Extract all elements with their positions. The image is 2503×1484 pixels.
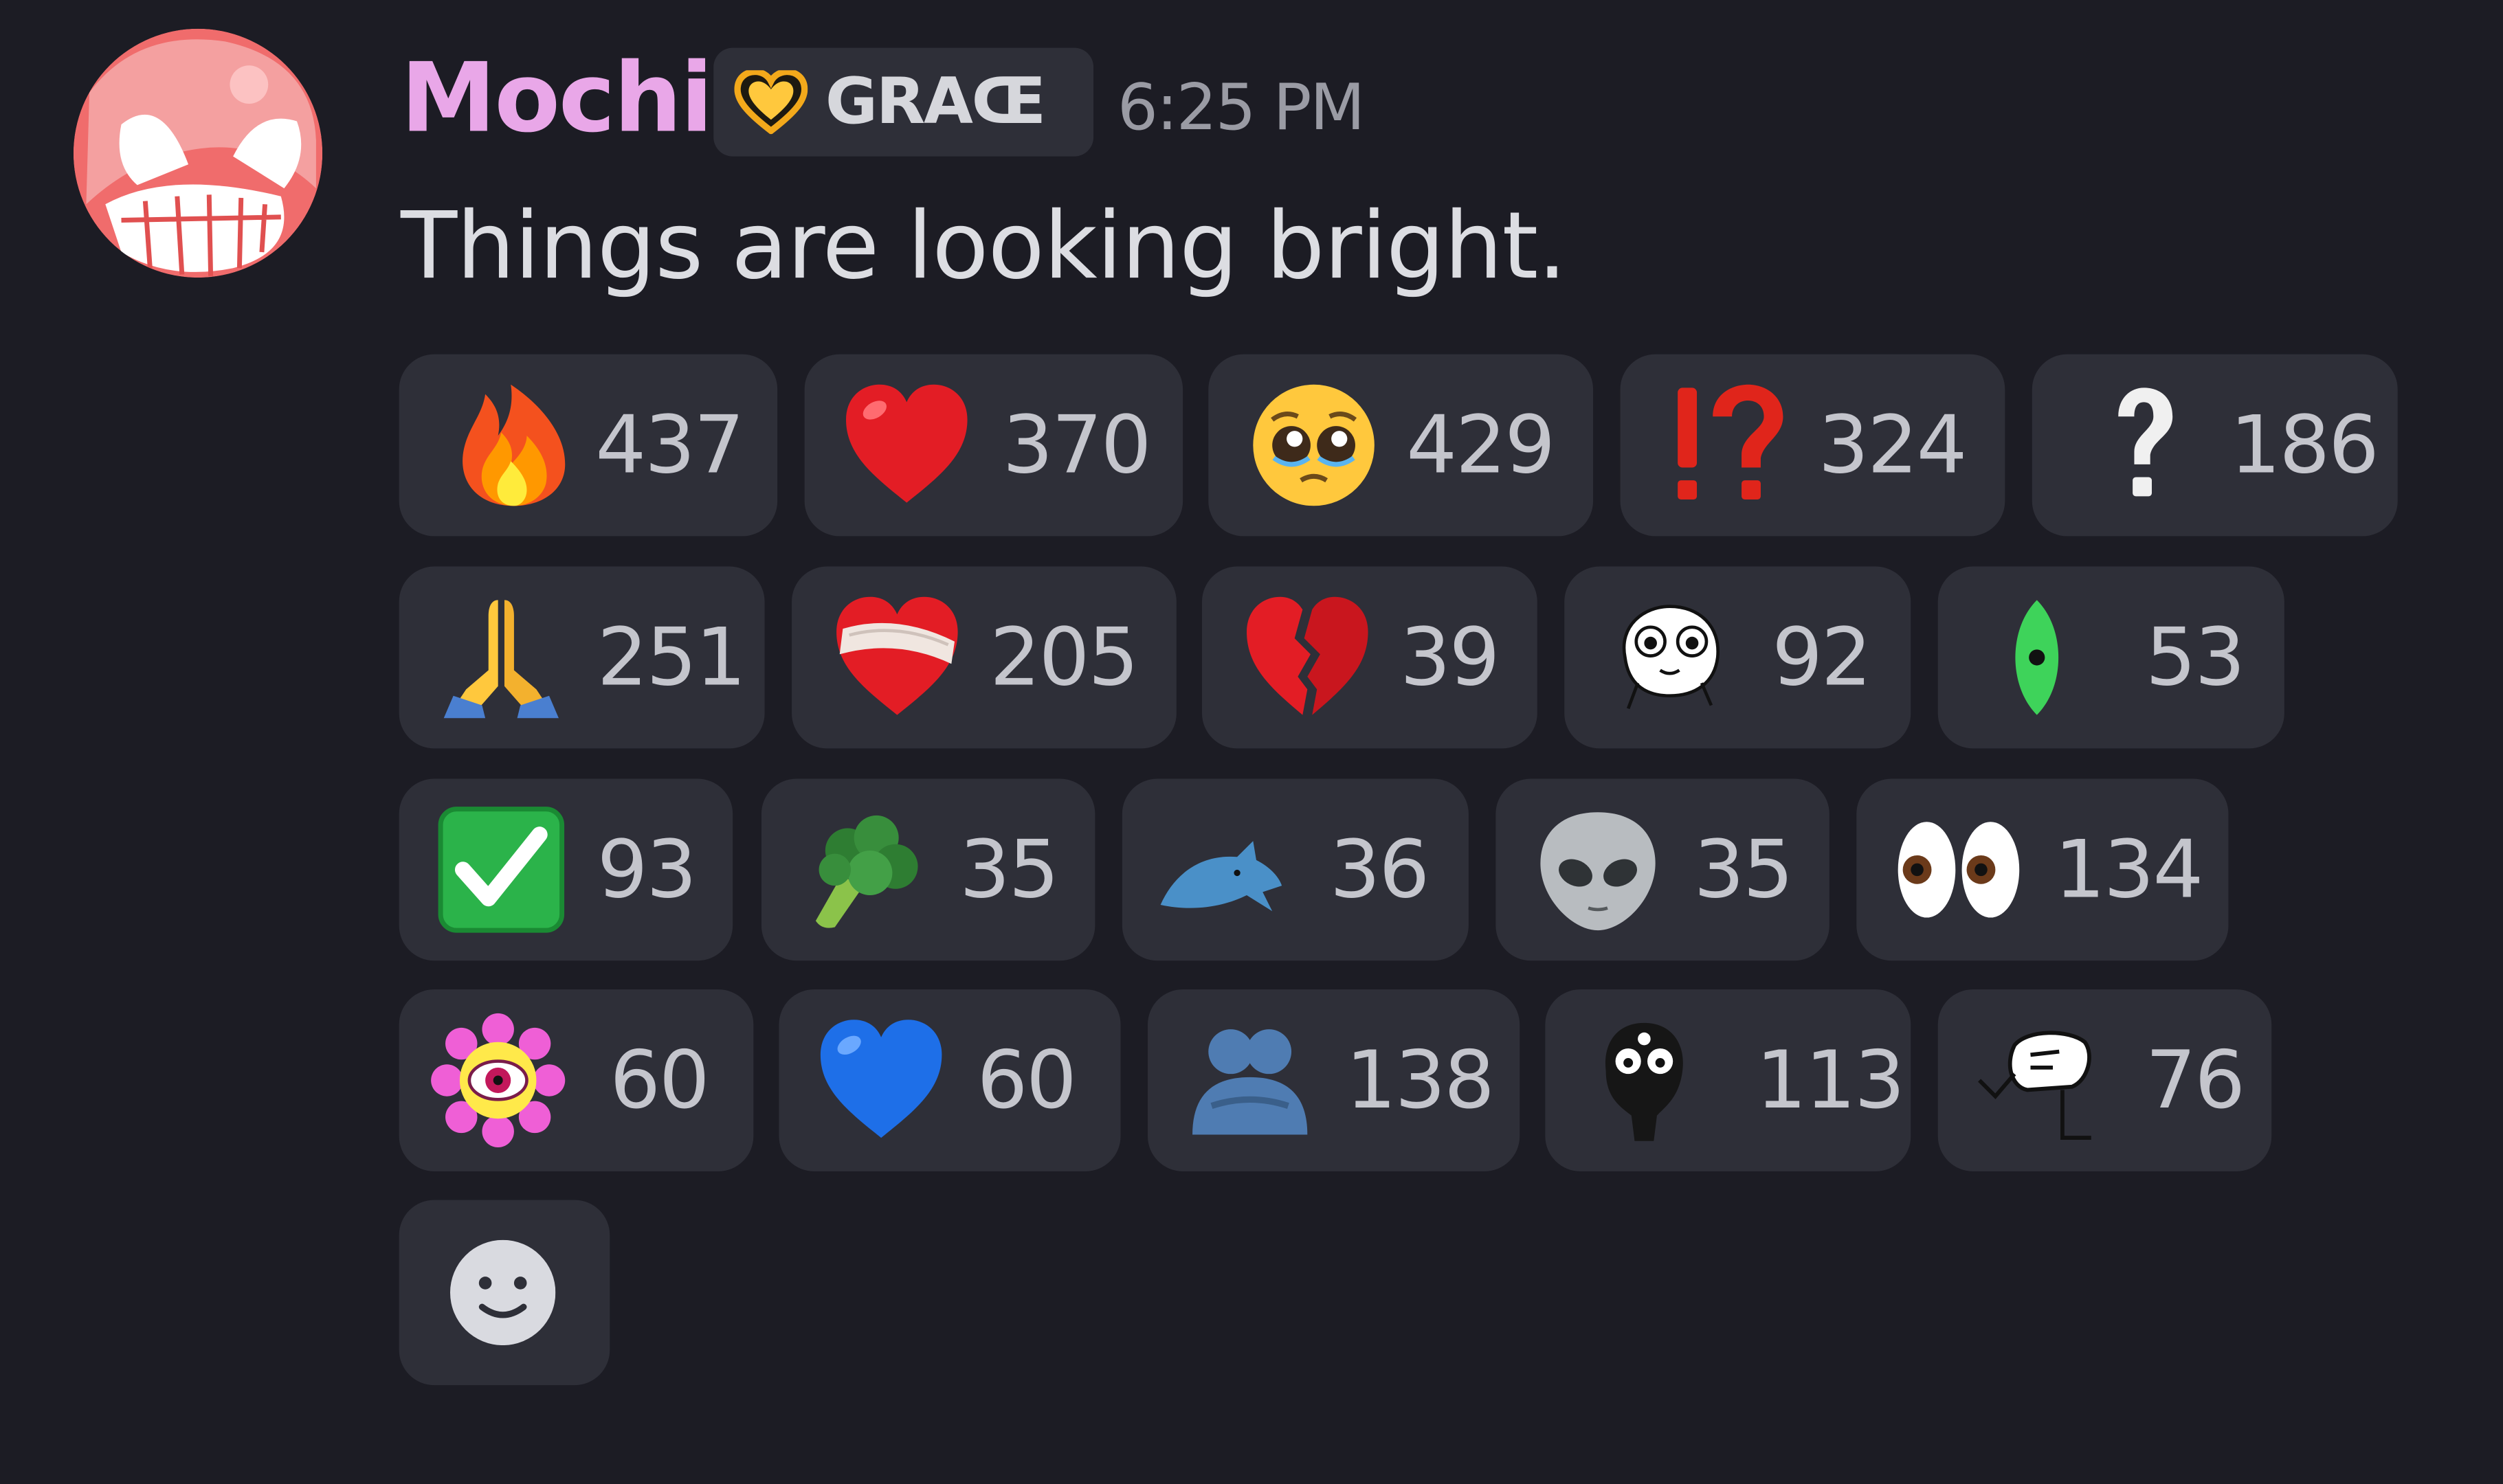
reaction-pleading-face[interactable]: 429 <box>1208 354 1594 537</box>
reaction-custom-fuzzy-creature[interactable]: 113 <box>1545 989 1911 1171</box>
reaction-custom-doodle-face[interactable]: 92 <box>1564 566 1911 749</box>
reaction-interrobang[interactable]: 324 <box>1620 354 2005 537</box>
people-hugging-icon <box>1186 1017 1314 1145</box>
red-heart-icon <box>843 381 970 509</box>
custom-green-eye-icon <box>1973 594 2101 721</box>
smiley-add-reaction-icon <box>450 1239 556 1346</box>
reaction-count: 60 <box>977 1034 1076 1127</box>
reaction-count: 205 <box>990 611 1139 704</box>
reaction-eyes[interactable]: 134 <box>1856 778 2229 961</box>
reaction-custom-green-eye[interactable]: 53 <box>1937 566 2284 749</box>
broccoli-icon <box>800 806 928 934</box>
reaction-count: 186 <box>2229 398 2379 492</box>
reaction-praying-hands[interactable]: 251 <box>399 566 765 749</box>
custom-fuzzy-creature-icon <box>1580 1017 1708 1145</box>
server-tag[interactable]: GRAŒ <box>713 47 1094 157</box>
alien-icon <box>1534 806 1662 934</box>
reaction-alien[interactable]: 35 <box>1495 778 1829 961</box>
reaction-count: 324 <box>1818 398 1968 492</box>
custom-blue-fish-icon <box>1157 806 1285 934</box>
custom-flower-eye-icon <box>431 1013 566 1148</box>
reaction-red-heart[interactable]: 370 <box>804 354 1183 537</box>
broken-heart-icon <box>1243 594 1371 721</box>
reaction-count: 53 <box>2145 611 2245 704</box>
praying-hands-icon <box>437 594 565 721</box>
add-reaction-button[interactable] <box>399 1200 610 1386</box>
blue-heart-icon <box>817 1017 945 1145</box>
reaction-custom-sketch-creature[interactable]: 76 <box>1937 989 2272 1171</box>
custom-sketch-creature-icon <box>1973 1017 2101 1145</box>
reaction-question-mark[interactable]: 186 <box>2032 354 2398 537</box>
timestamp: 6:25 PM <box>1117 71 1365 146</box>
check-mark-button-icon <box>437 806 565 934</box>
username[interactable]: Mochi <box>401 35 713 163</box>
mending-heart-icon <box>833 594 961 721</box>
golden-heart-icon <box>734 70 808 135</box>
reaction-blue-heart[interactable]: 60 <box>779 989 1121 1171</box>
chat-message: Mochi GRAŒ 6:25 PM Things are looking br… <box>0 0 2503 1484</box>
reaction-custom-flower-eye[interactable]: 60 <box>399 989 754 1171</box>
avatar[interactable] <box>73 28 323 278</box>
question-mark-icon <box>2077 381 2205 509</box>
reaction-count: 93 <box>597 823 697 917</box>
reaction-count: 36 <box>1329 823 1430 917</box>
reaction-custom-blue-fish[interactable]: 36 <box>1122 778 1469 961</box>
reaction-count: 134 <box>2054 823 2203 917</box>
reaction-count: 60 <box>610 1034 709 1127</box>
fire-icon <box>450 381 578 509</box>
reaction-broccoli[interactable]: 35 <box>761 778 1095 961</box>
custom-doodle-face-icon <box>1606 594 1734 721</box>
reaction-count: 370 <box>1002 398 1152 492</box>
reaction-count: 35 <box>1693 823 1793 917</box>
server-tag-label: GRAŒ <box>825 65 1046 139</box>
reaction-count: 35 <box>959 823 1059 917</box>
reaction-count: 92 <box>1772 611 1871 704</box>
reaction-count: 251 <box>597 611 746 704</box>
reaction-count: 437 <box>595 398 744 492</box>
reaction-broken-heart[interactable]: 39 <box>1201 566 1537 749</box>
interrobang-icon <box>1665 381 1793 509</box>
message-text: Things are looking bright. <box>400 191 1567 300</box>
reaction-check-mark[interactable]: 93 <box>399 778 733 961</box>
reaction-people-hugging[interactable]: 138 <box>1148 989 1520 1171</box>
reaction-count: 76 <box>2145 1034 2245 1127</box>
eyes-icon <box>1895 806 2023 934</box>
pleading-face-icon <box>1250 381 1378 509</box>
reaction-count: 39 <box>1400 611 1500 704</box>
reaction-count: 138 <box>1346 1034 1495 1127</box>
reaction-mending-heart[interactable]: 205 <box>792 566 1177 749</box>
reaction-fire[interactable]: 437 <box>399 354 778 537</box>
reaction-count: 429 <box>1406 398 1555 492</box>
reaction-count: 113 <box>1755 1034 1905 1127</box>
